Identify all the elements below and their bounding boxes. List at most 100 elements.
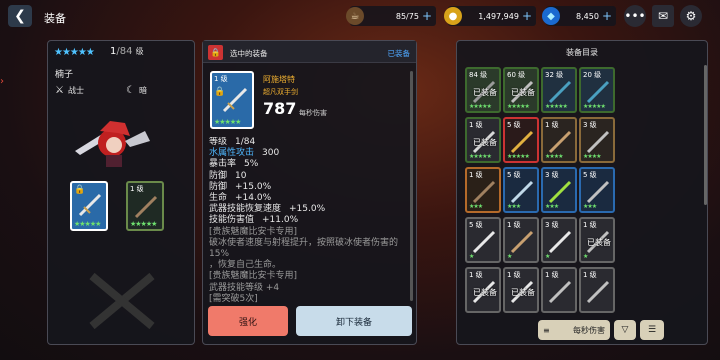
weapon-slot-selected[interactable]: 🔒 ★★★★★: [70, 181, 108, 231]
hero-level: 1/84 级: [110, 46, 144, 57]
item-stars: ★: [583, 253, 588, 260]
item-stars: ★★★★★: [469, 103, 492, 110]
item-stars: ★★★★★: [545, 103, 568, 110]
equipment-item[interactable]: 3 级 ★: [541, 217, 577, 263]
stamina-value: 85/75: [395, 11, 419, 21]
stat-row: 技能伤害值 +11.0%: [209, 215, 299, 226]
equipment-item[interactable]: 3 级 ★★★: [541, 167, 577, 213]
note-line: 破冰使者速度与射程提升，按照破冰使者伤害的15%: [209, 237, 399, 260]
item-icon: 1 级 🔒 ★★★★★: [210, 71, 254, 129]
equipment-item[interactable]: 60 级已装备 ★★★★★: [503, 67, 539, 113]
item-stars: ★★★: [583, 203, 597, 210]
stat-row: 生命 +14.0%: [209, 193, 272, 204]
unequip-button[interactable]: 卸下装备: [296, 306, 412, 336]
stat-row: 水属性攻击 300: [209, 148, 280, 159]
equipment-catalog-panel: 装备目录 84 级已装备 ★★★★★ 60 级已装备 ★★★★★ 32 级 ★★★★★ 20…: [456, 40, 708, 345]
weapon-icon: [548, 130, 572, 154]
note-line: [贵族魅魔比安卡专用]: [209, 226, 298, 237]
sliders-icon: ☰: [647, 325, 657, 335]
lock-icon[interactable]: 🔒: [208, 45, 223, 60]
weapon-slot-secondary[interactable]: 1 级 ★★★★★: [126, 181, 164, 231]
item-stars: ★★★★★: [507, 103, 530, 110]
hero-element: ☾ 暗: [126, 85, 147, 96]
add-gem-button[interactable]: +: [602, 9, 616, 23]
enhance-button[interactable]: 强化: [208, 306, 288, 336]
item-stars: ★★★★: [545, 153, 563, 160]
equipment-item[interactable]: 1 级已装备: [465, 267, 501, 313]
filter-button[interactable]: ☰: [640, 320, 664, 340]
panel-title: 选中的装备: [230, 49, 268, 58]
settings-button[interactable]: ⚙: [680, 5, 702, 27]
equipment-item[interactable]: 1 级 ★: [503, 217, 539, 263]
weapon-icon: [510, 130, 534, 154]
equipment-item[interactable]: 5 级 ★★★★★: [503, 117, 539, 163]
equipment-item[interactable]: 1 级 ★★★★: [541, 117, 577, 163]
empty-slot-watermark-icon: [89, 272, 155, 330]
list-icon: ≡: [543, 325, 550, 335]
equipment-item[interactable]: 20 级 ★★★★★: [579, 67, 615, 113]
equipped-label: 已装备: [511, 288, 535, 297]
equipment-item[interactable]: 1 级已装备 ★: [579, 217, 615, 263]
item-stars: ★★★: [545, 203, 559, 210]
selected-equipment-panel: 🔒 选中的装备 已装备 1 级 🔒 ★★★★★ 阿施塔特 超凡双手剑 787 每…: [202, 40, 417, 345]
sword-cross-icon: ⚔: [55, 85, 64, 96]
equipment-item[interactable]: 1 级: [579, 267, 615, 313]
slot-stars: ★★★★★: [74, 220, 101, 228]
equipment-item[interactable]: 3 级 ★★★★: [579, 117, 615, 163]
gold-value: 1,497,949: [478, 11, 519, 21]
item-rarity: 超凡双手剑: [263, 88, 298, 96]
sort-order-button[interactable]: ▽: [614, 320, 636, 340]
stamina-resource[interactable]: ☕ 85/75 +: [346, 6, 436, 26]
weapon-icon: [510, 230, 534, 254]
scrollbar[interactable]: [410, 71, 413, 301]
equipment-item[interactable]: 5 级 ★: [465, 217, 501, 263]
weapon-icon: [586, 130, 610, 154]
note-line: 武器技能等级 +4: [209, 282, 280, 293]
triangle-down-icon: ▽: [621, 325, 629, 335]
weapon-icon: [510, 180, 534, 204]
coffee-icon: ☕: [346, 7, 364, 25]
equipment-item[interactable]: 5 级 ★★★: [579, 167, 615, 213]
equipped-label: 已装备: [473, 88, 497, 97]
equipment-item[interactable]: 1 级: [541, 267, 577, 313]
note-line: [贵族魅魔比安卡专用]: [209, 271, 298, 282]
item-stars: ★★★: [507, 203, 521, 210]
equipment-item[interactable]: 84 级已装备 ★★★★★: [465, 67, 501, 113]
equipment-item[interactable]: 1 级 ★★★: [465, 167, 501, 213]
equipment-item[interactable]: 5 级 ★★★: [503, 167, 539, 213]
equipped-label: 已装备: [473, 288, 497, 297]
item-stars: ★★★★★: [507, 153, 530, 160]
item-stars: ★★★★★: [469, 153, 492, 160]
add-gold-button[interactable]: +: [522, 9, 536, 23]
note-line: [需突破5次]: [209, 293, 258, 304]
equipment-item[interactable]: 1 级已装备: [503, 267, 539, 313]
equipment-grid: 84 级已装备 ★★★★★ 60 级已装备 ★★★★★ 32 级 ★★★★★ 20 级 ★★★…: [457, 41, 707, 313]
item-stars: ★★★★: [583, 153, 601, 160]
hero-role: ⚔ 战士: [55, 85, 84, 96]
side-arrow-icon[interactable]: ›: [0, 76, 8, 88]
stat-row: 武器技能恢复速度 +15.0%: [209, 204, 326, 215]
gear-icon: ⚙: [685, 9, 697, 23]
mail-button[interactable]: ✉: [652, 5, 674, 27]
equipment-item[interactable]: 1 级已装备 ★★★★★: [465, 117, 501, 163]
chat-button[interactable]: •••: [624, 5, 646, 27]
equipped-status: 已装备: [387, 49, 411, 58]
hero-sprite[interactable]: [70, 111, 160, 171]
weapon-icon: [472, 180, 496, 204]
equipped-label: 已装备: [587, 238, 611, 247]
weapon-icon: [586, 80, 610, 104]
catalog-scrollbar[interactable]: [704, 65, 707, 205]
note-line: ，恢复自己生命。: [209, 260, 282, 271]
item-stars: ★: [545, 253, 550, 260]
page-title: 装备: [44, 12, 66, 25]
weapon-icon: [586, 280, 610, 304]
hero-stars: ★★★★★: [54, 47, 95, 58]
sort-dropdown[interactable]: ≡ 每秒伤害: [538, 320, 610, 340]
moon-icon: ☾: [126, 85, 135, 96]
equipment-item[interactable]: 32 级 ★★★★★: [541, 67, 577, 113]
hero-panel: ★★★★★ 1/84 级 楠子 ⚔ 战士 ☾ 暗 🔒 ★★★★★ 1 级 ★★★★★: [47, 40, 195, 345]
back-button[interactable]: ❮: [8, 5, 32, 27]
gold-resource[interactable]: ● 1,497,949 +: [444, 6, 536, 26]
gem-resource[interactable]: ◆ 8,450 +: [542, 6, 616, 26]
add-stamina-button[interactable]: +: [422, 9, 436, 23]
